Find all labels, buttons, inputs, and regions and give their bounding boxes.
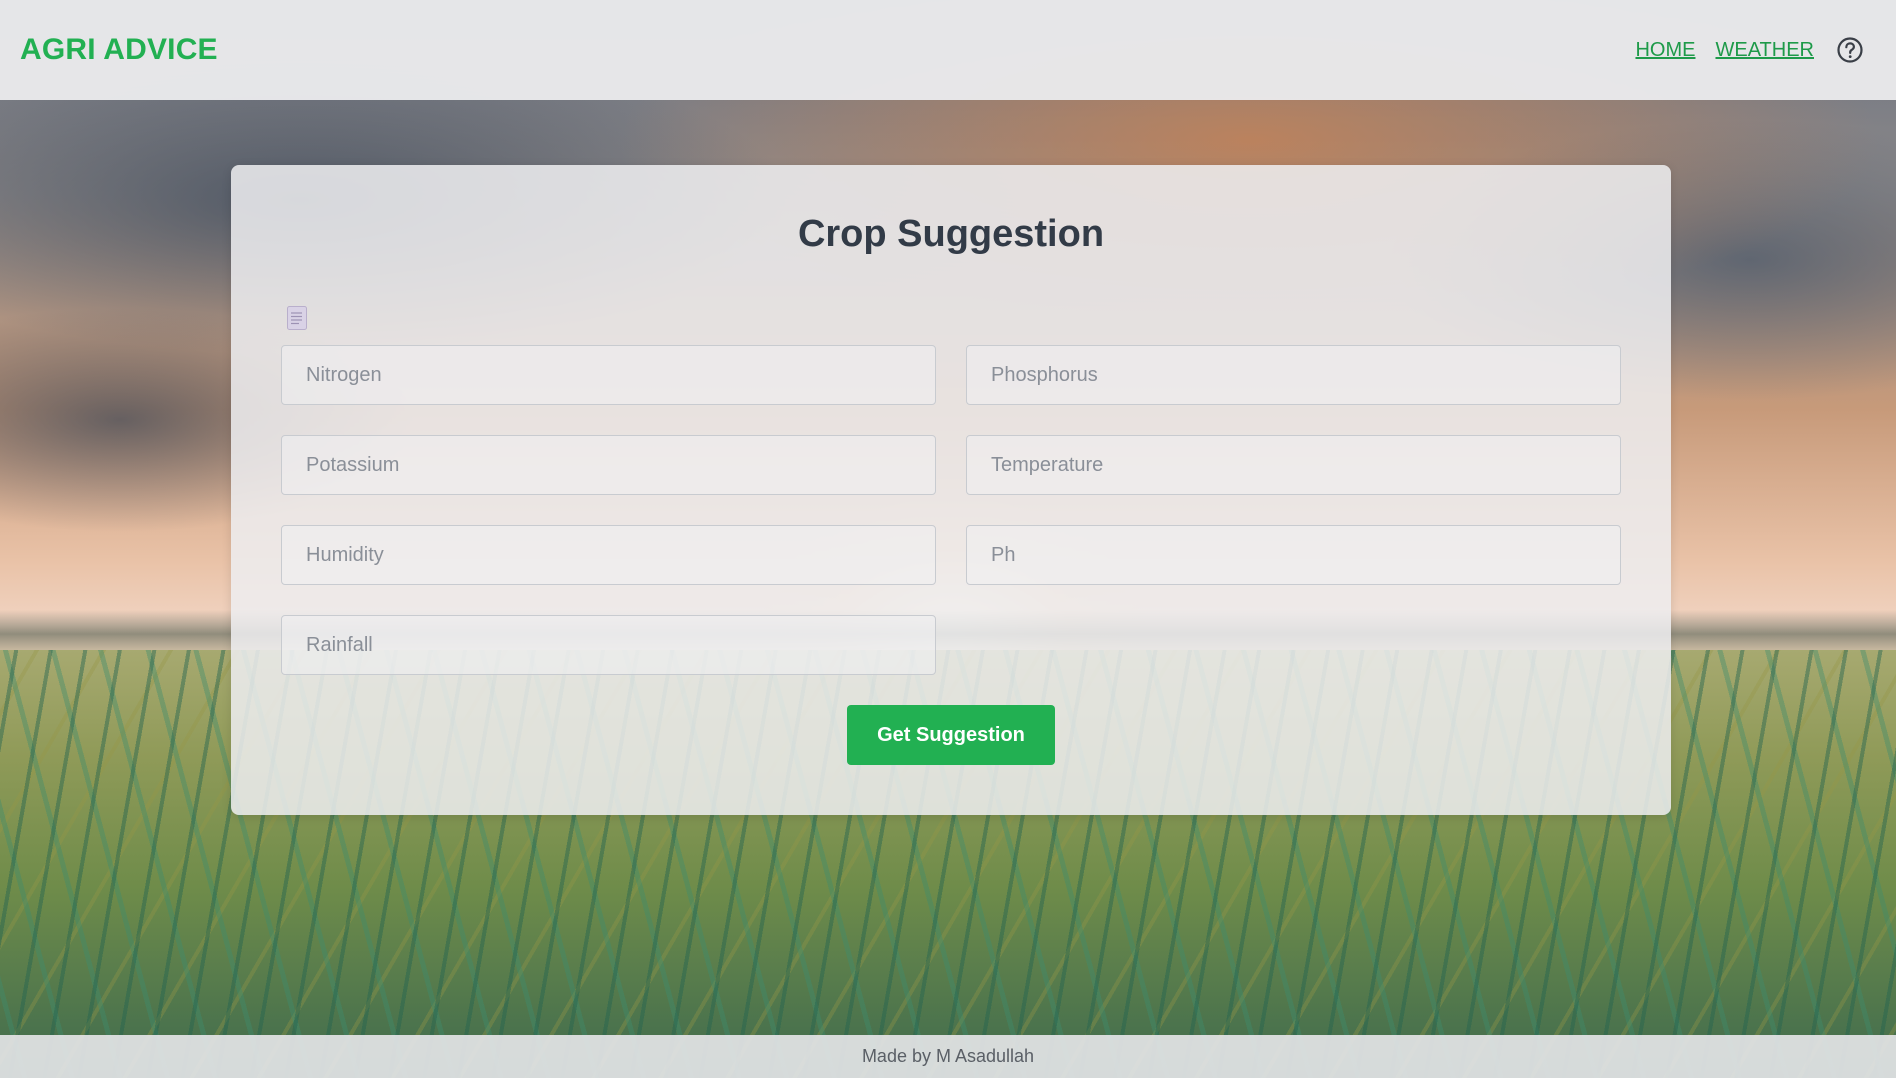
humidity-input[interactable] (281, 525, 936, 585)
nav-link-home[interactable]: HOME (1635, 39, 1695, 62)
nitrogen-input[interactable] (281, 345, 936, 405)
ph-input[interactable] (966, 525, 1621, 585)
temperature-input[interactable] (966, 435, 1621, 495)
footer: Made by M Asadullah (0, 1035, 1896, 1078)
footer-credit: Made by M Asadullah (861, 1046, 1035, 1066)
nav-link-weather[interactable]: WEATHER (1715, 39, 1814, 62)
top-navbar: AGRI ADVICE HOME WEATHER (0, 0, 1896, 100)
crop-suggestion-card: Crop Suggestion Get Suggestion (231, 165, 1671, 815)
phosphorus-input[interactable] (966, 345, 1621, 405)
document-icon (286, 305, 308, 331)
brand-logo[interactable]: AGRI ADVICE (20, 33, 218, 67)
rainfall-input[interactable] (281, 615, 936, 675)
page-title: Crop Suggestion (797, 213, 1105, 255)
get-suggestion-button[interactable]: Get Suggestion (847, 705, 1055, 765)
potassium-input[interactable] (281, 435, 936, 495)
question-circle-icon[interactable] (1836, 36, 1864, 64)
main-nav: HOME WEATHER (1635, 36, 1876, 64)
